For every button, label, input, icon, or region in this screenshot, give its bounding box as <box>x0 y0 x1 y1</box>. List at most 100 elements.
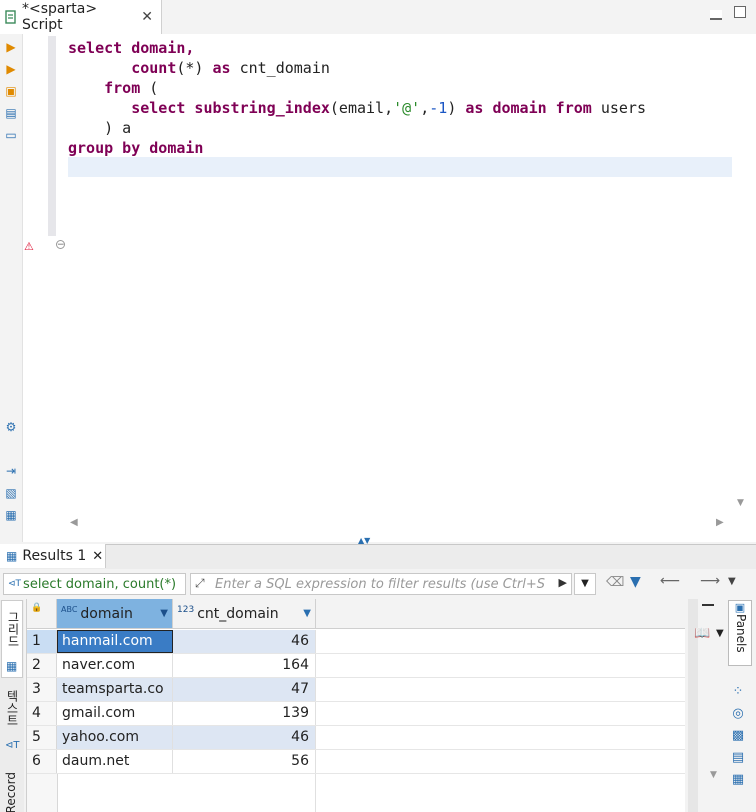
cell-cnt-domain[interactable]: 56 <box>173 750 316 773</box>
text-tab-label: 텍스트 <box>5 690 19 726</box>
forward-arrow-icon[interactable]: ⟶ <box>700 573 720 589</box>
scroll-left-icon[interactable]: ◀ <box>70 517 78 528</box>
panels-label: Panels <box>734 614 748 653</box>
row-number[interactable]: 5 <box>27 726 57 749</box>
close-icon[interactable]: ✕ <box>141 9 153 25</box>
layout-icon[interactable]: ▦ <box>730 772 746 788</box>
calculator-icon[interactable]: ◎ <box>730 706 746 722</box>
column-header-domain[interactable]: ABC domain ▼ <box>57 599 173 629</box>
export-icon[interactable]: ⇥ <box>4 464 18 478</box>
cell-domain[interactable]: daum.net <box>57 750 173 773</box>
sort-dropdown-icon[interactable]: ▼ <box>160 608 168 619</box>
eraser-icon[interactable]: ⌫ <box>606 575 624 590</box>
minimize-panel-icon[interactable] <box>702 604 714 606</box>
warning-icon: ⚠ <box>24 240 34 253</box>
execute-script-icon[interactable]: ▣ <box>4 84 18 98</box>
row-number[interactable]: 6 <box>27 750 57 773</box>
more-dropdown-icon[interactable]: ▼ <box>728 576 736 587</box>
record-tab-label: Record <box>4 772 18 812</box>
results-grid[interactable]: 🔒 ABC domain ▼ 123 cnt_domain ▼ 1 hanmail… <box>26 599 685 812</box>
row-number[interactable]: 2 <box>27 654 57 677</box>
code-token: users <box>591 99 646 117</box>
cell-domain[interactable]: naver.com <box>57 654 173 677</box>
console-icon[interactable]: ▭ <box>4 128 18 142</box>
code-token: ) a <box>68 119 132 137</box>
tab-script[interactable]: *<sparta> Script ✕ <box>0 0 162 34</box>
filter-dropdown-button[interactable]: ▼ <box>574 573 596 595</box>
panels-toggle[interactable]: ▣ Panels <box>728 600 752 666</box>
query-summary-text: select domain, count(*) <box>23 576 177 592</box>
code-line: select substring_index(email,'@',-1) as … <box>68 98 646 118</box>
code-line: ) a <box>68 118 646 138</box>
panel-scroll-down-icon[interactable]: ▼ <box>710 770 717 780</box>
table-row[interactable]: 4 gmail.com 139 <box>27 702 685 726</box>
code-token: select domain, <box>68 39 195 57</box>
cell-cnt-domain[interactable]: 139 <box>173 702 316 725</box>
view-mode-tabs: 그리드 ▦ 텍스트 ⊲T Record <box>0 600 24 812</box>
panel-dropdown-icon[interactable]: ▼ <box>716 628 724 639</box>
column-label-cnt-domain: cnt_domain <box>197 605 279 622</box>
grid-icon: ▦ <box>6 659 18 673</box>
cell-cnt-domain[interactable]: 46 <box>173 726 316 749</box>
code-line: group by domain <box>68 138 646 158</box>
sql-script-icon <box>4 10 18 24</box>
query-summary[interactable]: ⊲T select domain, count(*) <box>3 573 186 595</box>
maximize-button[interactable] <box>734 6 746 18</box>
tab-grid-view[interactable]: 그리드 ▦ <box>1 600 23 678</box>
row-number[interactable]: 3 <box>27 678 57 701</box>
filter-input[interactable]: ⤢ Enter a SQL expression to filter resul… <box>190 573 572 595</box>
tab-title: *<sparta> Script <box>22 1 98 33</box>
code-token: count <box>131 59 177 77</box>
cell-domain[interactable]: teamsparta.co <box>57 678 173 701</box>
current-line-highlight <box>68 157 732 177</box>
table-row[interactable]: 3 teamsparta.co 47 <box>27 678 685 702</box>
table-row[interactable]: 1 hanmail.com 46 <box>27 630 685 654</box>
cell-cnt-domain[interactable]: 47 <box>173 678 316 701</box>
cell-domain[interactable]: hanmail.com <box>57 630 173 653</box>
expand-filter-icon[interactable]: ⤢ <box>195 576 205 591</box>
cell-domain[interactable]: yahoo.com <box>57 726 173 749</box>
aggregate-icon[interactable]: ⁘ <box>730 684 746 700</box>
references-icon[interactable]: ▤ <box>730 750 746 766</box>
filter-funnel-icon[interactable]: ▼ <box>630 574 641 590</box>
table-row[interactable]: 2 naver.com 164 <box>27 654 685 678</box>
scroll-down-icon[interactable]: ▼ <box>737 498 744 508</box>
tab-results-1[interactable]: ▦ Results 1 ✕ <box>0 544 106 568</box>
results-tab-bar <box>0 544 756 569</box>
cell-cnt-domain[interactable]: 46 <box>173 630 316 653</box>
vertical-scrollbar[interactable]: ▼ <box>732 36 752 512</box>
minimize-button[interactable] <box>710 10 722 20</box>
book-icon[interactable]: 📖 <box>694 626 710 641</box>
text-icon: ⊲T <box>5 740 20 751</box>
tab-text-view[interactable]: 텍스트 ⊲T <box>1 690 23 760</box>
code-line: from ( <box>68 78 646 98</box>
column-header-cnt-domain[interactable]: 123 cnt_domain ▼ <box>173 599 316 629</box>
cell-cnt-domain[interactable]: 164 <box>173 654 316 677</box>
code-token: , <box>420 99 430 117</box>
filter-history-arrow-icon[interactable]: ▶ <box>559 576 567 589</box>
table-row[interactable]: 6 daum.net 56 <box>27 750 685 774</box>
execute-statement-icon[interactable]: ▶ <box>4 40 18 54</box>
format-icon[interactable]: ▦ <box>4 508 18 522</box>
import-icon[interactable]: ▧ <box>4 486 18 500</box>
cell-domain[interactable]: gmail.com <box>57 702 173 725</box>
table-row[interactable]: 5 yahoo.com 46 <box>27 726 685 750</box>
metadata-icon[interactable]: ▩ <box>730 728 746 744</box>
scroll-right-icon[interactable]: ▶ <box>716 517 724 528</box>
sort-dropdown-icon[interactable]: ▼ <box>303 608 311 619</box>
explain-plan-icon[interactable]: ▤ <box>4 106 18 120</box>
fold-collapse-icon[interactable]: − <box>56 240 65 250</box>
sql-text-icon: ⊲T <box>8 579 22 589</box>
settings-gear-icon[interactable]: ⚙ <box>4 420 18 434</box>
sql-code[interactable]: select domain, count(*) as cnt_domain fr… <box>68 38 646 158</box>
horizontal-scrollbar[interactable]: ◀ ▶ <box>66 514 732 534</box>
code-line: count(*) as cnt_domain <box>68 58 646 78</box>
close-icon[interactable]: ✕ <box>92 549 103 564</box>
tab-record-view[interactable]: Record <box>1 772 23 812</box>
row-number[interactable]: 4 <box>27 702 57 725</box>
execute-new-tab-icon[interactable]: ▶ <box>4 62 18 76</box>
row-number[interactable]: 1 <box>27 630 57 653</box>
header-filler <box>316 599 685 629</box>
back-arrow-icon[interactable]: ⟵ <box>660 573 680 589</box>
